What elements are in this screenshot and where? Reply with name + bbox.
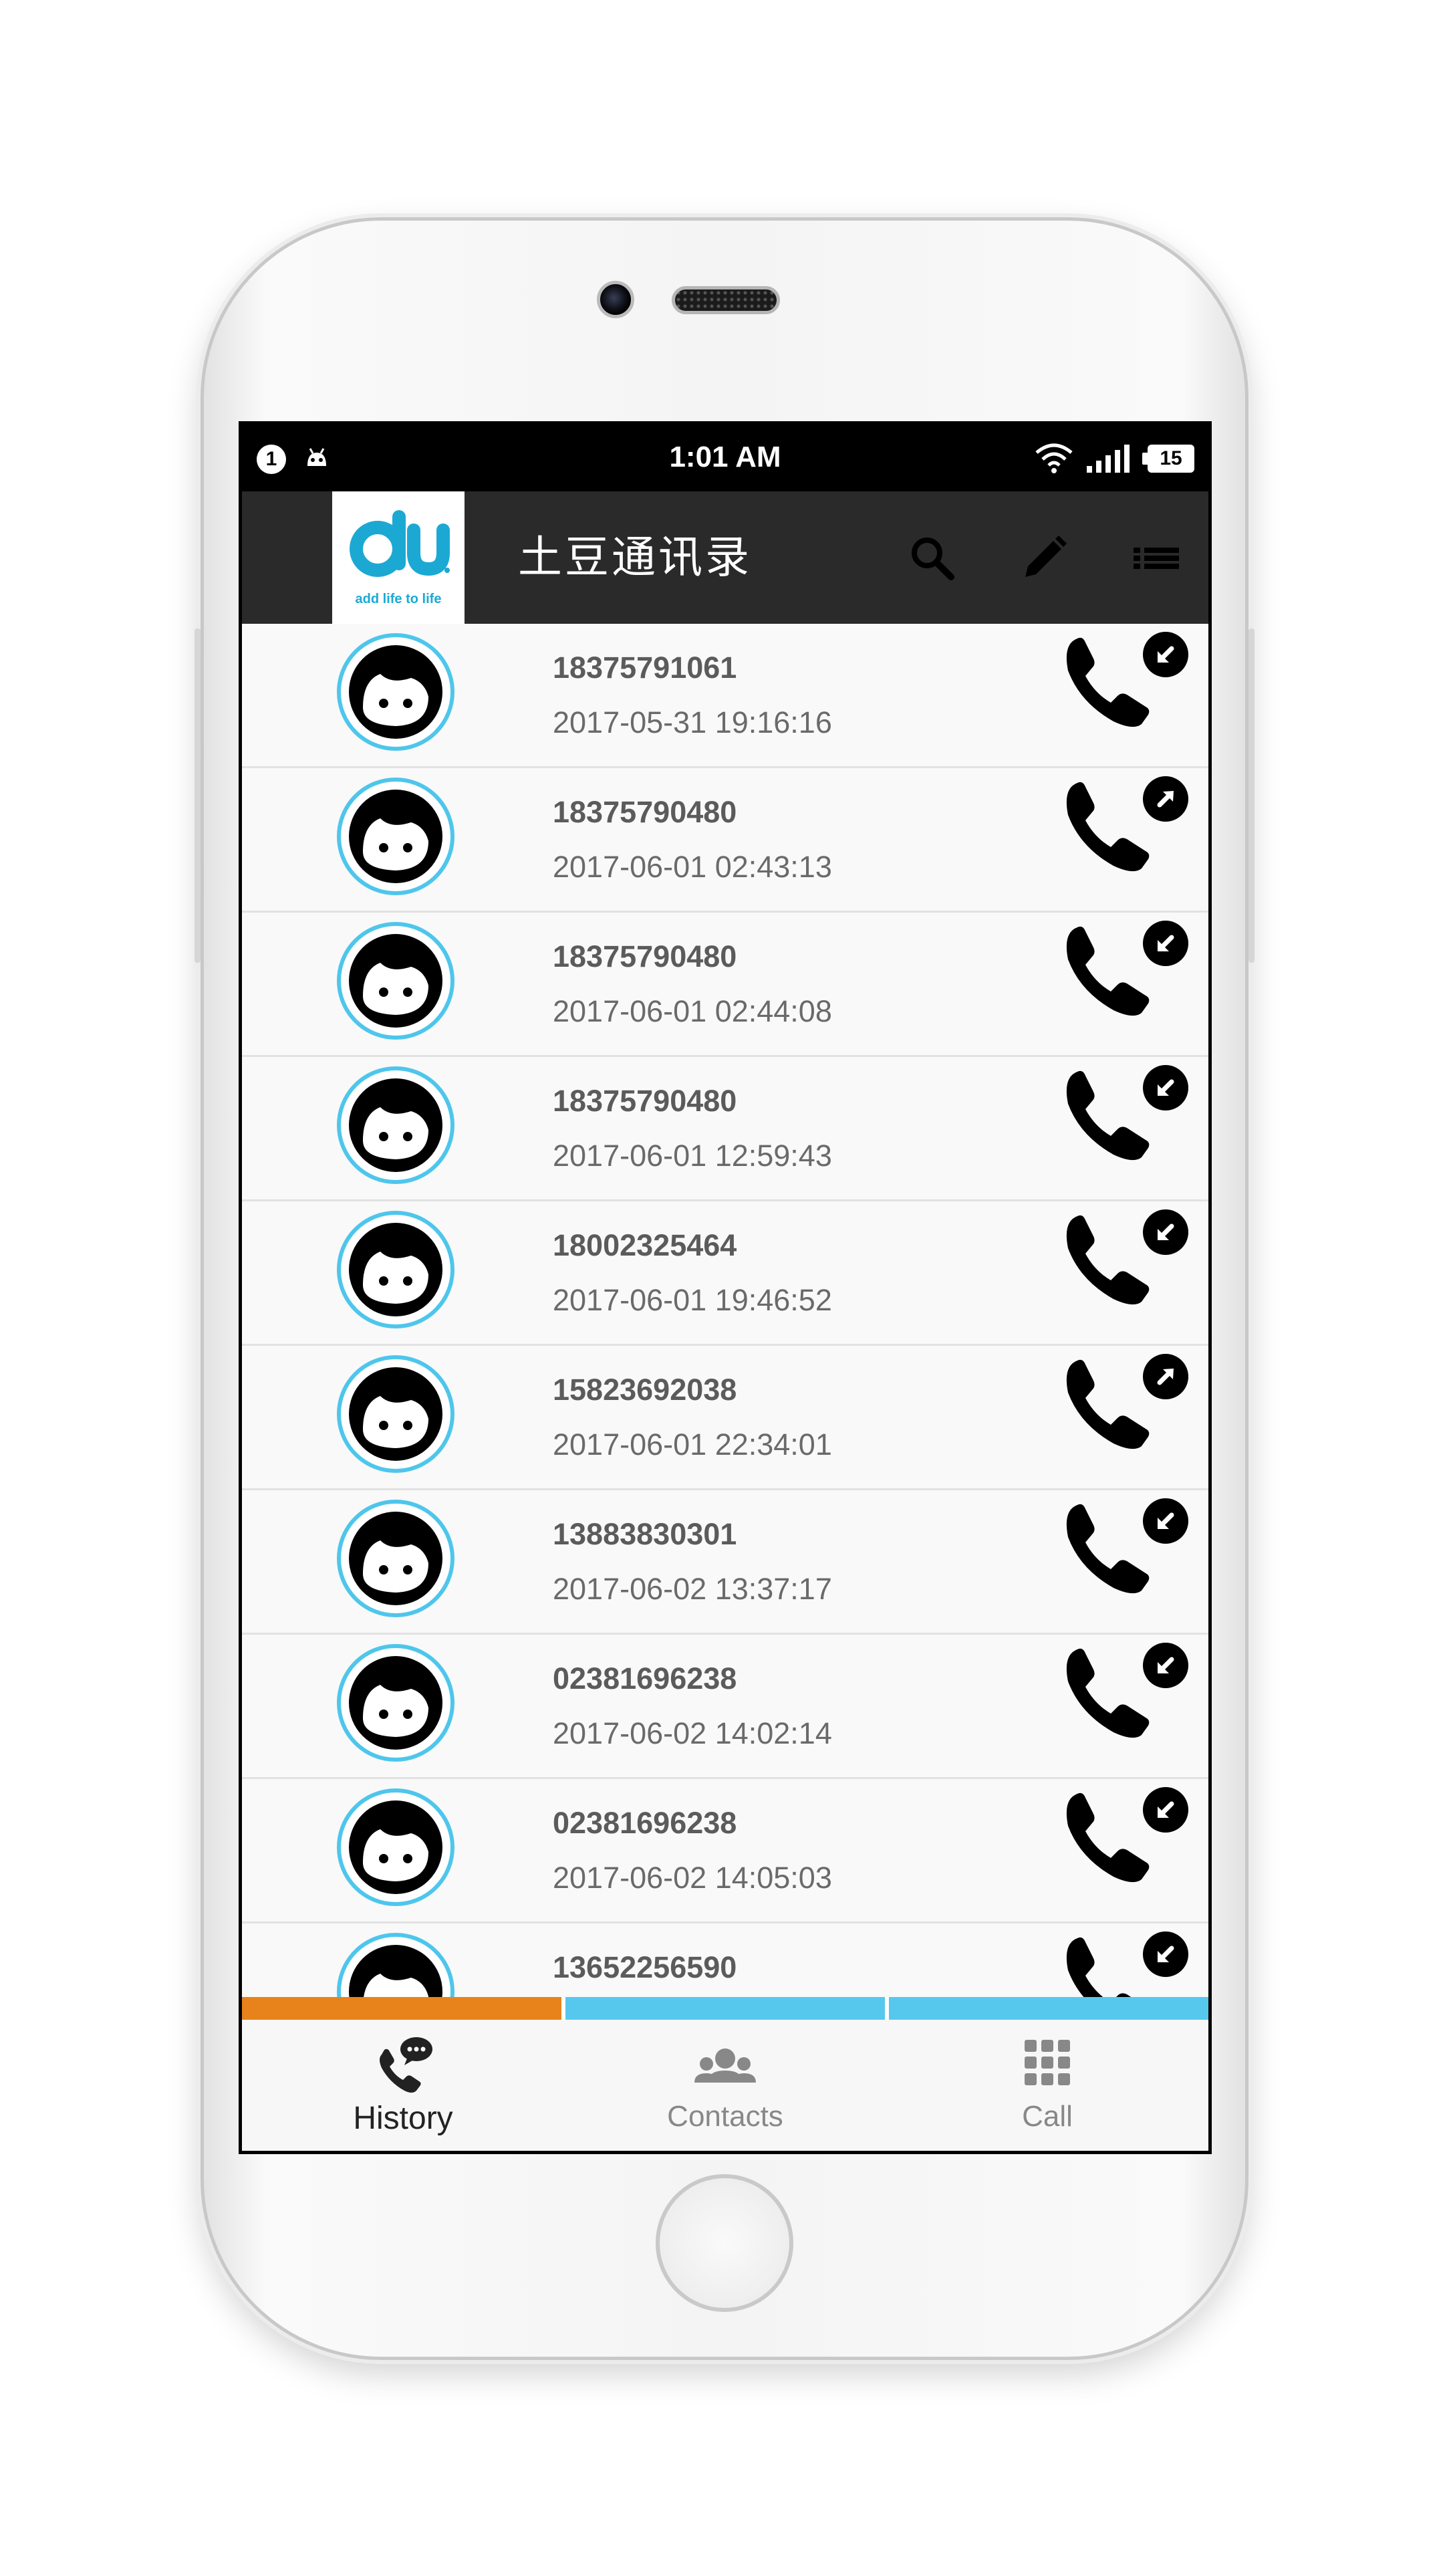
signal-icon xyxy=(1087,445,1130,473)
tab-indicator xyxy=(242,1997,1208,2020)
call-history-row[interactable]: 02381696238 2017-06-02 14:02:14 xyxy=(242,1635,1208,1779)
call-history-row[interactable]: 13652256590 xyxy=(242,1923,1208,1997)
search-button[interactable] xyxy=(907,533,958,584)
tab-indicator-history xyxy=(242,1997,561,2020)
du-logo: add life to life xyxy=(332,491,465,624)
contact-avatar[interactable] xyxy=(337,922,454,1040)
edit-button[interactable] xyxy=(1019,533,1069,584)
list-menu-icon xyxy=(1134,548,1179,569)
face-icon xyxy=(349,1800,442,1894)
call-phone-number: 13883830301 xyxy=(553,1517,737,1551)
contact-avatar[interactable] xyxy=(337,1644,454,1762)
call-phone-number: 18002325464 xyxy=(553,1228,737,1262)
app-title: 土豆通讯录 xyxy=(518,532,752,583)
pencil-icon xyxy=(1025,536,1067,577)
home-button[interactable] xyxy=(656,2174,793,2312)
incoming-call-icon[interactable] xyxy=(1051,1490,1204,1604)
tab-indicator-contacts xyxy=(565,1997,885,2020)
call-phone-number: 02381696238 xyxy=(553,1806,737,1840)
face-icon xyxy=(349,1078,442,1172)
face-icon xyxy=(349,790,442,883)
outgoing-call-icon[interactable] xyxy=(1051,768,1204,882)
face-icon xyxy=(349,1656,442,1750)
incoming-call-icon[interactable] xyxy=(1051,1635,1204,1748)
contact-avatar[interactable] xyxy=(337,1211,454,1328)
contact-avatar[interactable] xyxy=(337,1500,454,1617)
call-datetime: 2017-06-02 14:02:14 xyxy=(553,1716,832,1750)
front-camera xyxy=(597,281,634,318)
phone-chat-icon xyxy=(380,2037,432,2093)
call-history-row[interactable]: 18002325464 2017-06-01 19:46:52 xyxy=(242,1201,1208,1346)
side-button-right xyxy=(1248,628,1255,963)
app-bar: add life to life 土豆通讯录 xyxy=(242,491,1208,624)
contact-avatar[interactable] xyxy=(337,633,454,751)
call-datetime: 2017-06-02 14:05:03 xyxy=(553,1861,832,1895)
contact-avatar[interactable] xyxy=(337,1933,454,1997)
call-phone-number: 18375790480 xyxy=(553,795,737,829)
call-history-row[interactable]: 18375790480 2017-06-01 12:59:43 xyxy=(242,1057,1208,1201)
call-phone-number: 02381696238 xyxy=(553,1661,737,1695)
call-history-row[interactable]: 18375790480 2017-06-01 02:43:13 xyxy=(242,768,1208,913)
call-history-row[interactable]: 18375791061 2017-05-31 19:16:16 xyxy=(242,624,1208,768)
call-datetime: 2017-06-01 02:43:13 xyxy=(553,850,832,884)
tab-indicator-call xyxy=(889,1997,1208,2020)
contact-avatar[interactable] xyxy=(337,778,454,895)
call-datetime: 2017-06-01 22:34:01 xyxy=(553,1427,832,1461)
call-datetime: 2017-05-31 19:16:16 xyxy=(553,705,832,739)
call-datetime: 2017-06-01 19:46:52 xyxy=(553,1283,832,1317)
tab-contacts[interactable]: Contacts xyxy=(564,2020,886,2151)
bottom-navigation: History Contacts Call xyxy=(242,2020,1208,2151)
face-icon xyxy=(349,645,442,739)
earpiece-speaker xyxy=(672,286,780,314)
call-history-row[interactable]: 18375790480 2017-06-01 02:44:08 xyxy=(242,913,1208,1057)
status-bar: 1 1:01 AM 15 xyxy=(242,425,1208,491)
call-phone-number: 18375790480 xyxy=(553,1084,737,1118)
incoming-call-icon[interactable] xyxy=(1051,913,1204,1026)
contact-avatar[interactable] xyxy=(337,1355,454,1473)
dialpad-icon xyxy=(1025,2040,1070,2085)
outgoing-call-icon[interactable] xyxy=(1051,1346,1204,1459)
face-icon xyxy=(349,1945,442,1997)
contacts-group-icon xyxy=(694,2048,756,2083)
call-datetime: 2017-06-02 13:37:17 xyxy=(553,1572,832,1606)
call-phone-number: 15823692038 xyxy=(553,1373,737,1407)
face-icon xyxy=(349,934,442,1028)
wifi-icon xyxy=(1035,443,1073,473)
incoming-call-icon[interactable] xyxy=(1051,1057,1204,1171)
face-icon xyxy=(349,1223,442,1316)
incoming-call-icon[interactable] xyxy=(1051,1923,1204,1997)
incoming-call-icon[interactable] xyxy=(1051,1201,1204,1315)
call-phone-number: 13652256590 xyxy=(553,1950,737,1984)
search-icon xyxy=(912,538,954,580)
contact-avatar[interactable] xyxy=(337,1788,454,1906)
call-phone-number: 18375791061 xyxy=(553,651,737,685)
call-history-row[interactable]: 15823692038 2017-06-01 22:34:01 xyxy=(242,1346,1208,1490)
incoming-call-icon[interactable] xyxy=(1051,1779,1204,1893)
face-icon xyxy=(349,1512,442,1605)
call-history-row[interactable]: 13883830301 2017-06-02 13:37:17 xyxy=(242,1490,1208,1635)
incoming-call-icon[interactable] xyxy=(1051,624,1204,737)
du-logo-tagline: add life to life xyxy=(355,592,442,606)
face-icon xyxy=(349,1367,442,1461)
tab-history[interactable]: History xyxy=(242,2020,564,2151)
tab-call-label: Call xyxy=(1022,2100,1073,2133)
phone-screen: 1 1:01 AM 15 add life to life 土豆通讯录 1837… xyxy=(239,421,1212,2154)
call-datetime: 2017-06-01 02:44:08 xyxy=(553,994,832,1028)
list-menu-button[interactable] xyxy=(1131,533,1182,584)
side-button-left xyxy=(194,628,201,963)
call-datetime: 2017-06-01 12:59:43 xyxy=(553,1139,832,1173)
call-history-row[interactable]: 02381696238 2017-06-02 14:05:03 xyxy=(242,1779,1208,1923)
battery-indicator: 15 xyxy=(1142,445,1194,473)
call-phone-number: 18375790480 xyxy=(553,939,737,973)
call-history-list[interactable]: 18375791061 2017-05-31 19:16:16 1837579048… xyxy=(242,624,1208,1997)
tab-history-label: History xyxy=(353,2101,453,2136)
tab-contacts-label: Contacts xyxy=(667,2100,783,2133)
tab-call[interactable]: Call xyxy=(886,2020,1208,2151)
contact-avatar[interactable] xyxy=(337,1066,454,1184)
